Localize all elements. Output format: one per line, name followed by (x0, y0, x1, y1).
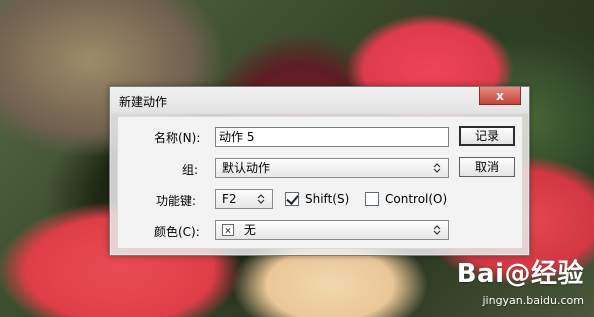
shift-label: Shift(S) (305, 192, 350, 206)
hotkey-select-value: F2 (222, 192, 237, 206)
record-button[interactable]: 记录 (459, 126, 515, 146)
no-color-icon (222, 224, 234, 236)
control-label: Control(O) (385, 192, 448, 206)
updown-arrows-icon (257, 194, 265, 204)
group-select[interactable]: 默认动作 (215, 158, 449, 178)
group-label: 组: (182, 163, 199, 177)
name-input[interactable]: 动作 5 (215, 127, 449, 147)
hotkey-label: 功能键: (156, 194, 197, 208)
dialog-titlebar[interactable]: 新建动作 x (110, 87, 529, 114)
color-select[interactable]: 无 (215, 220, 449, 240)
dialog-content: 名称(N): 动作 5 记录 组: 默认动作 取消 功能键: F2 Shift(… (117, 116, 523, 249)
baidu-jingyan-watermark: Bai@经验 jingyan.baidu.com (439, 253, 584, 307)
color-label: 颜色(C): (154, 225, 200, 239)
updown-arrows-icon (433, 225, 441, 235)
hotkey-select[interactable]: F2 (215, 189, 273, 209)
new-action-dialog: 新建动作 x 名称(N): 动作 5 记录 组: 默认动作 取消 功能键: F2 (109, 86, 530, 256)
name-label: 名称(N): (154, 131, 201, 145)
close-button[interactable]: x (479, 87, 521, 105)
color-select-value: 无 (243, 223, 256, 237)
control-checkbox[interactable] (365, 192, 379, 206)
shift-checkbox[interactable] (285, 192, 299, 206)
group-select-value: 默认动作 (222, 161, 271, 175)
updown-arrows-icon (433, 163, 441, 173)
watermark-url: jingyan.baidu.com (482, 294, 584, 307)
name-input-value: 动作 5 (219, 130, 255, 144)
watermark-brand: Bai@经验 (456, 259, 584, 289)
dialog-title: 新建动作 (119, 95, 168, 109)
close-icon: x (496, 88, 504, 103)
cancel-button[interactable]: 取消 (459, 157, 515, 177)
